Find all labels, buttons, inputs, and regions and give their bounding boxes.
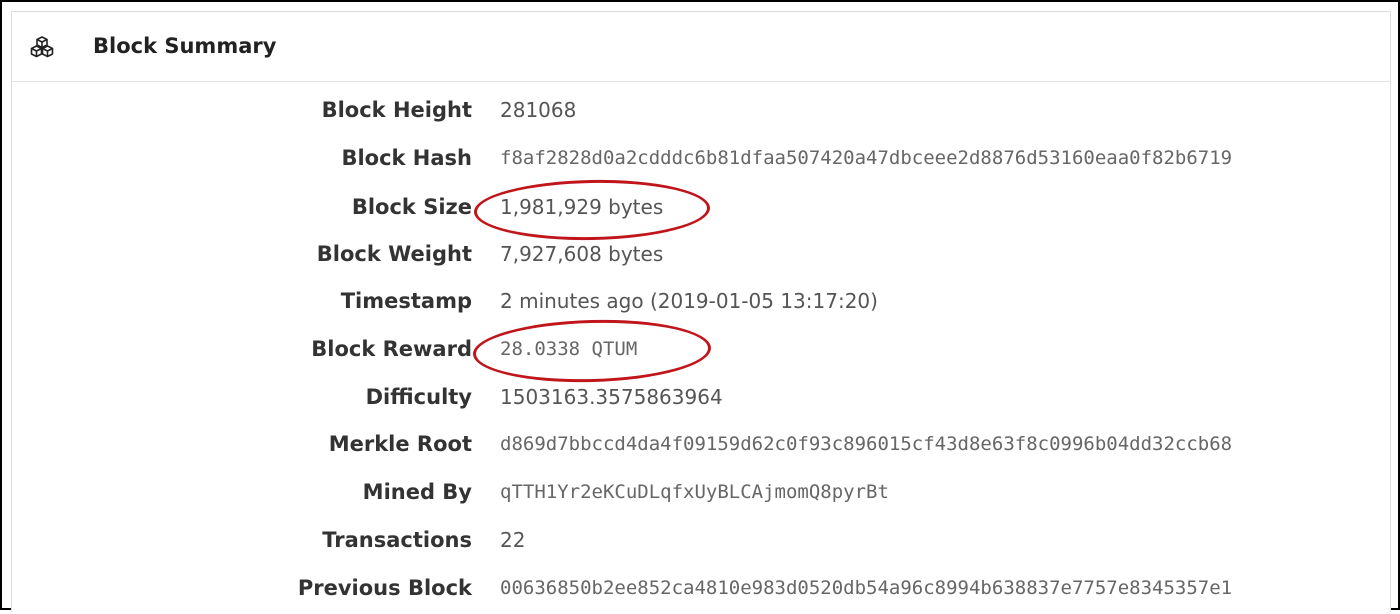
- value-block-hash[interactable]: f8af2828d0a2cdddc6b81dfaa507420a47dbceee…: [500, 144, 1232, 172]
- block-summary-panel: Block Summary Block Height 281068 Block …: [11, 11, 1391, 612]
- label-block-weight: Block Weight: [316, 242, 472, 266]
- screenshot-frame: Block Summary Block Height 281068 Block …: [0, 0, 1400, 612]
- value-mined-by[interactable]: qTTH1Yr2eKCuDLqfxUyBLCAjmomQ8pyrBt: [500, 478, 889, 506]
- label-timestamp: Timestamp: [340, 289, 472, 313]
- row-timestamp: Timestamp 2 minutes ago (2019-01-05 13:1…: [12, 287, 1390, 327]
- value-merkle-root: d869d7bbccd4da4f09159d62c0f93c896015cf43…: [500, 433, 1233, 455]
- value-transactions: 22: [500, 528, 526, 552]
- label-block-size: Block Size: [351, 195, 472, 219]
- row-difficulty: Difficulty 1503163.3575863964: [12, 383, 1390, 423]
- value-block-reward: 28.0338 QTUM: [500, 338, 638, 360]
- row-block-hash: Block Hash f8af2828d0a2cdddc6b81dfaa5074…: [12, 144, 1390, 184]
- value-block-size: 1,981,929 bytes: [500, 195, 664, 219]
- value-previous-block[interactable]: 00636850b2ee852ca4810e983d0520db54a96c89…: [500, 574, 1232, 602]
- row-block-size: Block Size 1,981,929 bytes: [12, 193, 1390, 233]
- row-block-reward: Block Reward 28.0338 QTUM: [12, 335, 1390, 375]
- block-summary-list: Block Height 281068 Block Hash f8af2828d…: [12, 12, 1390, 612]
- value-block-height: 281068: [500, 98, 577, 122]
- value-timestamp: 2 minutes ago (2019-01-05 13:17:20): [500, 289, 878, 313]
- label-block-hash: Block Hash: [341, 146, 472, 170]
- label-difficulty: Difficulty: [365, 385, 472, 409]
- row-block-weight: Block Weight 7,927,608 bytes: [12, 240, 1390, 280]
- label-merkle-root: Merkle Root: [328, 432, 472, 456]
- label-transactions: Transactions: [322, 528, 472, 552]
- row-transactions: Transactions 22: [12, 526, 1390, 566]
- value-difficulty: 1503163.3575863964: [500, 385, 723, 409]
- row-block-height: Block Height 281068: [12, 96, 1390, 136]
- label-previous-block: Previous Block: [297, 576, 472, 600]
- row-mined-by: Mined By qTTH1Yr2eKCuDLqfxUyBLCAjmomQ8py…: [12, 478, 1390, 518]
- label-block-reward: Block Reward: [311, 337, 472, 361]
- label-block-height: Block Height: [321, 98, 472, 122]
- value-block-weight: 7,927,608 bytes: [500, 242, 664, 266]
- row-previous-block: Previous Block 00636850b2ee852ca4810e983…: [12, 574, 1390, 614]
- row-merkle-root: Merkle Root d869d7bbccd4da4f09159d62c0f9…: [12, 430, 1390, 470]
- label-mined-by: Mined By: [362, 480, 472, 504]
